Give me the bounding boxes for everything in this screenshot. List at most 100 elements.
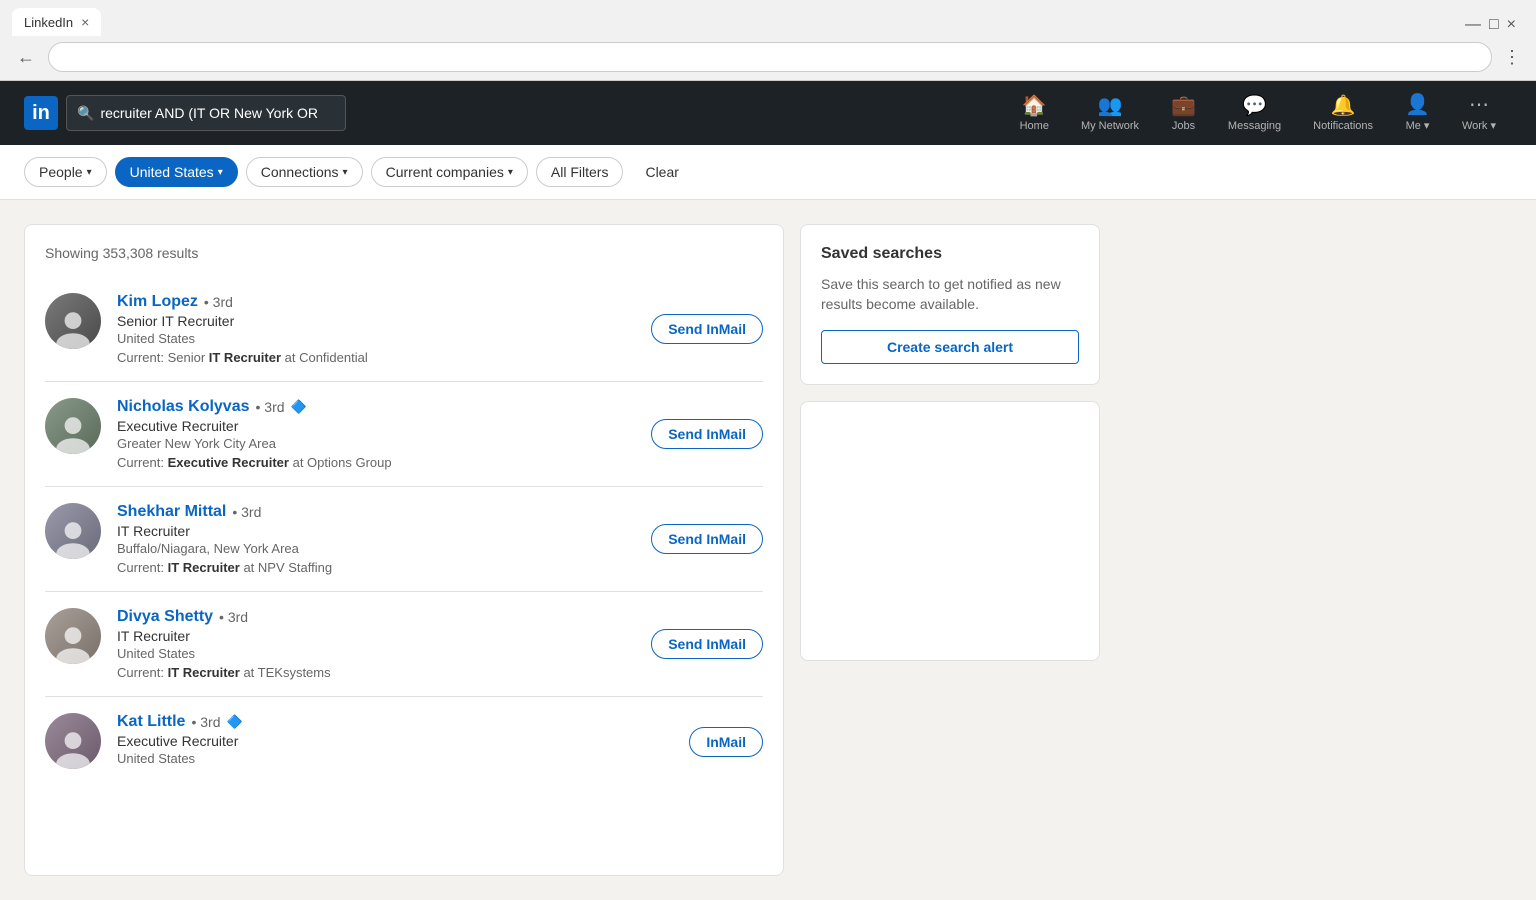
back-button[interactable]: ←: [12, 43, 40, 71]
person-degree: • 3rd: [204, 294, 233, 310]
person-name[interactable]: Shekhar Mittal: [117, 503, 226, 521]
nav-jobs[interactable]: 💼 Jobs: [1155, 81, 1212, 145]
restore-button[interactable]: □: [1489, 16, 1499, 34]
table-row: Divya Shetty • 3rd IT Recruiter United S…: [45, 592, 763, 697]
saved-searches-title: Saved searches: [821, 245, 1079, 263]
tab-title: LinkedIn: [24, 15, 73, 30]
person-location: Greater New York City Area: [117, 436, 635, 451]
linkedin-badge-icon: 🔷: [291, 399, 307, 415]
nav-home[interactable]: 🏠 Home: [1004, 81, 1065, 145]
search-box[interactable]: 🔍: [66, 95, 346, 131]
close-button[interactable]: ×: [1507, 16, 1516, 34]
avatar: [45, 608, 101, 664]
companies-filter[interactable]: Current companies ▾: [371, 157, 528, 187]
person-name[interactable]: Divya Shetty: [117, 608, 213, 626]
home-icon: 🏠: [1022, 93, 1047, 118]
inmail-button[interactable]: InMail: [689, 727, 763, 757]
person-location: United States: [117, 646, 635, 661]
send-inmail-button[interactable]: Send InMail: [651, 314, 763, 344]
nav-notifications[interactable]: 🔔 Notifications: [1297, 81, 1389, 145]
results-count: Showing 353,308 results: [45, 245, 763, 261]
nav-home-label: Home: [1020, 120, 1049, 132]
send-inmail-button[interactable]: Send InMail: [651, 629, 763, 659]
jobs-icon: 💼: [1171, 93, 1196, 118]
sidebar: Saved searches Save this search to get n…: [800, 224, 1100, 876]
send-inmail-button[interactable]: Send InMail: [651, 419, 763, 449]
tab-close-icon[interactable]: ×: [81, 14, 89, 30]
main-content: Showing 353,308 results Kim Lopez • 3rd: [0, 200, 1536, 900]
browser-tab[interactable]: LinkedIn ×: [12, 8, 101, 36]
results-panel: Showing 353,308 results Kim Lopez • 3rd: [24, 224, 784, 876]
linkedin-logo[interactable]: in: [24, 96, 58, 130]
person-degree: • 3rd: [256, 399, 285, 415]
person-info: Nicholas Kolyvas • 3rd 🔷 Executive Recru…: [117, 398, 635, 470]
clear-filter-button[interactable]: Clear: [631, 158, 692, 186]
companies-chevron-icon: ▾: [508, 167, 513, 178]
person-current: Current: Senior IT Recruiter at Confiden…: [117, 350, 635, 365]
nav-my-network[interactable]: 👥 My Network: [1065, 81, 1155, 145]
nav-messaging[interactable]: 💬 Messaging: [1212, 81, 1297, 145]
connections-chevron-icon: ▾: [343, 167, 348, 178]
person-title: Senior IT Recruiter: [117, 313, 635, 329]
person-degree: • 3rd: [219, 609, 248, 625]
connections-filter[interactable]: Connections ▾: [246, 157, 363, 187]
table-row: Kat Little • 3rd 🔷 Executive Recruiter U…: [45, 697, 763, 786]
location-chevron-icon: ▾: [218, 167, 223, 178]
nav-me[interactable]: 👤 Me ▾: [1389, 81, 1446, 145]
avatar: [45, 398, 101, 454]
nav-notifications-label: Notifications: [1313, 120, 1373, 132]
person-location: Buffalo/Niagara, New York Area: [117, 541, 635, 556]
people-filter[interactable]: People ▾: [24, 157, 107, 187]
all-filters-button[interactable]: All Filters: [536, 157, 624, 187]
avatar: [45, 293, 101, 349]
messaging-icon: 💬: [1242, 93, 1267, 118]
browser-menu-icon[interactable]: ⋮: [1500, 45, 1524, 69]
person-name[interactable]: Kat Little: [117, 713, 185, 731]
table-row: Shekhar Mittal • 3rd IT Recruiter Buffal…: [45, 487, 763, 592]
minimize-button[interactable]: —: [1465, 16, 1481, 34]
work-icon: ⋯: [1469, 92, 1489, 117]
ad-card: [800, 401, 1100, 661]
nav-work[interactable]: ⋯ Work ▾: [1446, 81, 1512, 145]
address-bar[interactable]: [48, 42, 1492, 72]
person-current: Current: IT Recruiter at TEKsystems: [117, 665, 635, 680]
notifications-icon: 🔔: [1331, 93, 1356, 118]
table-row: Kim Lopez • 3rd Senior IT Recruiter Unit…: [45, 277, 763, 382]
person-current: Current: Executive Recruiter at Options …: [117, 455, 635, 470]
linkedin-badge-icon: 🔷: [226, 714, 242, 730]
person-title: Executive Recruiter: [117, 418, 635, 434]
table-row: Nicholas Kolyvas • 3rd 🔷 Executive Recru…: [45, 382, 763, 487]
person-info: Divya Shetty • 3rd IT Recruiter United S…: [117, 608, 635, 680]
person-info: Shekhar Mittal • 3rd IT Recruiter Buffal…: [117, 503, 635, 575]
saved-searches-desc: Save this search to get notified as new …: [821, 275, 1079, 314]
filter-bar: People ▾ United States ▾ Connections ▾ C…: [0, 145, 1536, 200]
person-info: Kim Lopez • 3rd Senior IT Recruiter Unit…: [117, 293, 635, 365]
person-title: IT Recruiter: [117, 523, 635, 539]
person-location: United States: [117, 331, 635, 346]
avatar: [45, 713, 101, 769]
nav-me-label: Me ▾: [1406, 119, 1430, 132]
saved-searches-card: Saved searches Save this search to get n…: [800, 224, 1100, 385]
all-filters-label: All Filters: [551, 164, 609, 180]
person-current: Current: IT Recruiter at NPV Staffing: [117, 560, 635, 575]
my-network-icon: 👥: [1098, 93, 1123, 118]
person-degree: • 3rd: [232, 504, 261, 520]
connections-filter-label: Connections: [261, 164, 339, 180]
people-chevron-icon: ▾: [87, 167, 92, 178]
nav-messaging-label: Messaging: [1228, 120, 1281, 132]
nav-jobs-label: Jobs: [1172, 120, 1195, 132]
people-filter-label: People: [39, 164, 83, 180]
person-location: United States: [117, 751, 673, 766]
companies-filter-label: Current companies: [386, 164, 504, 180]
send-inmail-button[interactable]: Send InMail: [651, 524, 763, 554]
nav-work-label: Work ▾: [1462, 119, 1496, 132]
person-info: Kat Little • 3rd 🔷 Executive Recruiter U…: [117, 713, 673, 770]
nav-my-network-label: My Network: [1081, 120, 1139, 132]
location-filter[interactable]: United States ▾: [115, 157, 238, 187]
nav-items: 🏠 Home 👥 My Network 💼 Jobs 💬 Messaging 🔔…: [1004, 81, 1512, 145]
search-input[interactable]: [100, 105, 320, 121]
person-name[interactable]: Nicholas Kolyvas: [117, 398, 250, 416]
create-search-alert-button[interactable]: Create search alert: [821, 330, 1079, 364]
person-name[interactable]: Kim Lopez: [117, 293, 198, 311]
me-avatar-icon: 👤: [1405, 92, 1430, 117]
